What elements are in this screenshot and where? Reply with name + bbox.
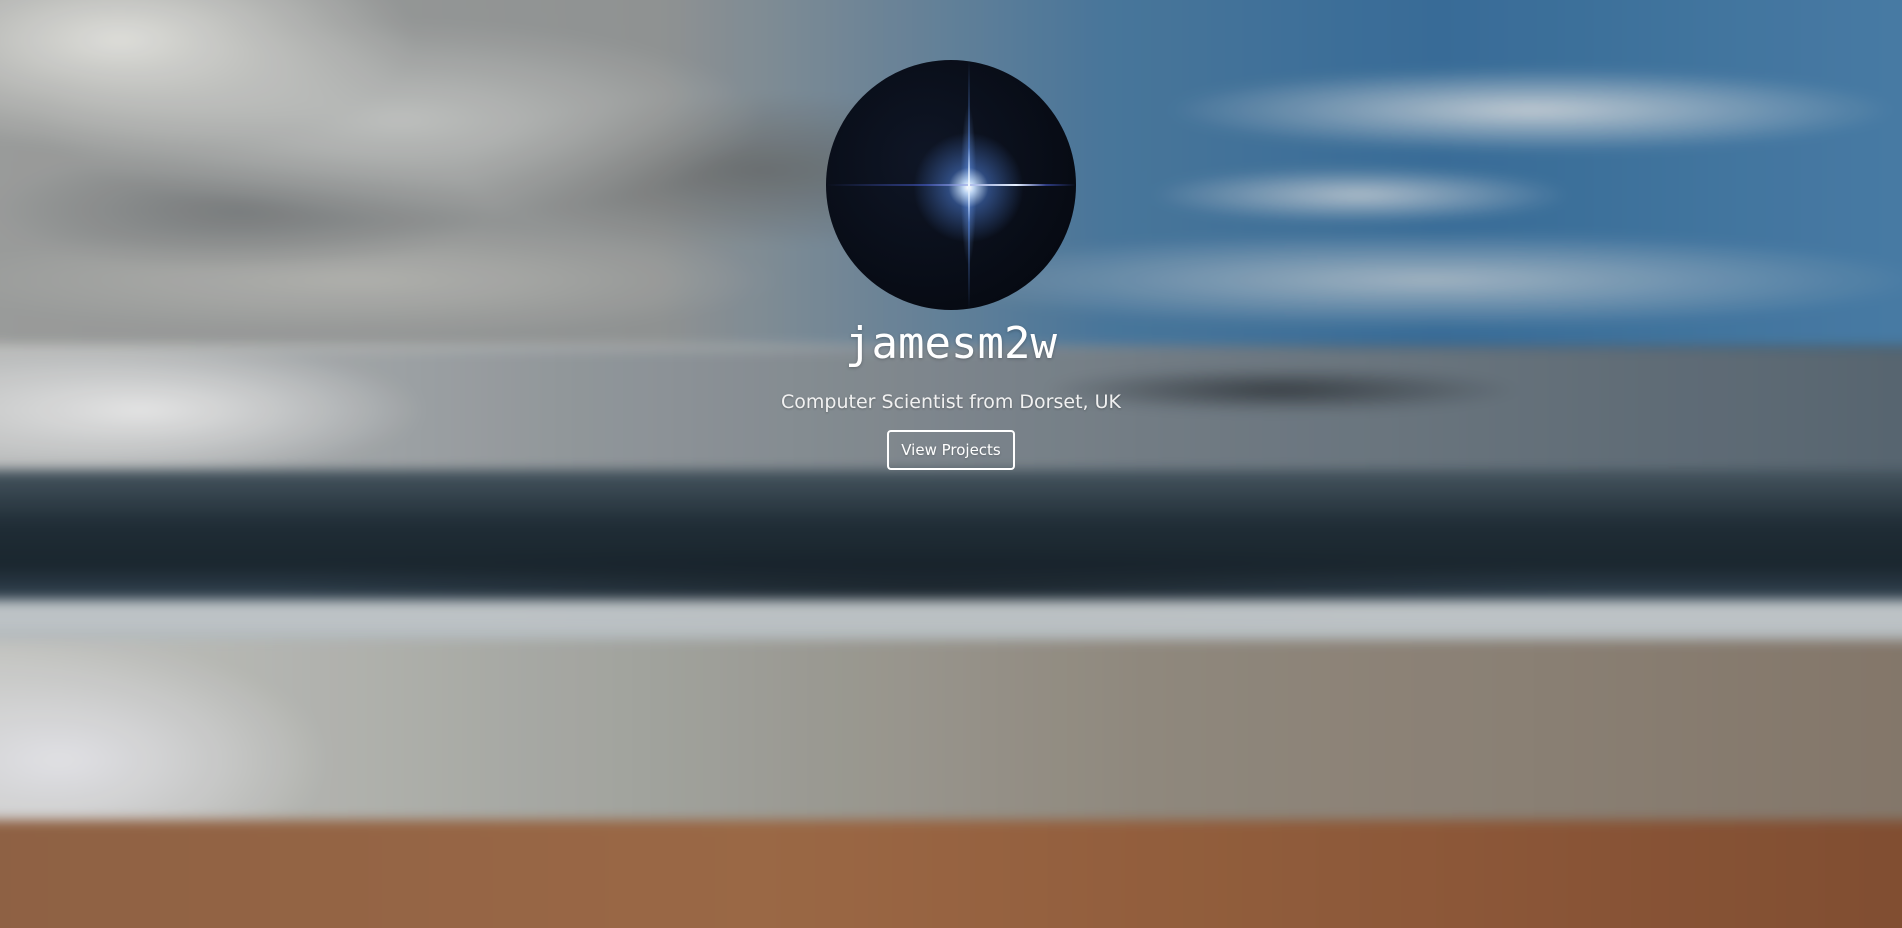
landing-page: jamesm2w Computer Scientist from Dorset,… (0, 0, 1902, 928)
avatar (826, 60, 1076, 310)
star-flare-horizontal (826, 184, 1076, 186)
hero-section: jamesm2w Computer Scientist from Dorset,… (0, 60, 1902, 470)
site-subtitle: Computer Scientist from Dorset, UK (781, 391, 1121, 413)
view-projects-button[interactable]: View Projects (887, 430, 1015, 470)
star-flare-vertical (967, 60, 970, 310)
site-title: jamesm2w (845, 318, 1057, 369)
